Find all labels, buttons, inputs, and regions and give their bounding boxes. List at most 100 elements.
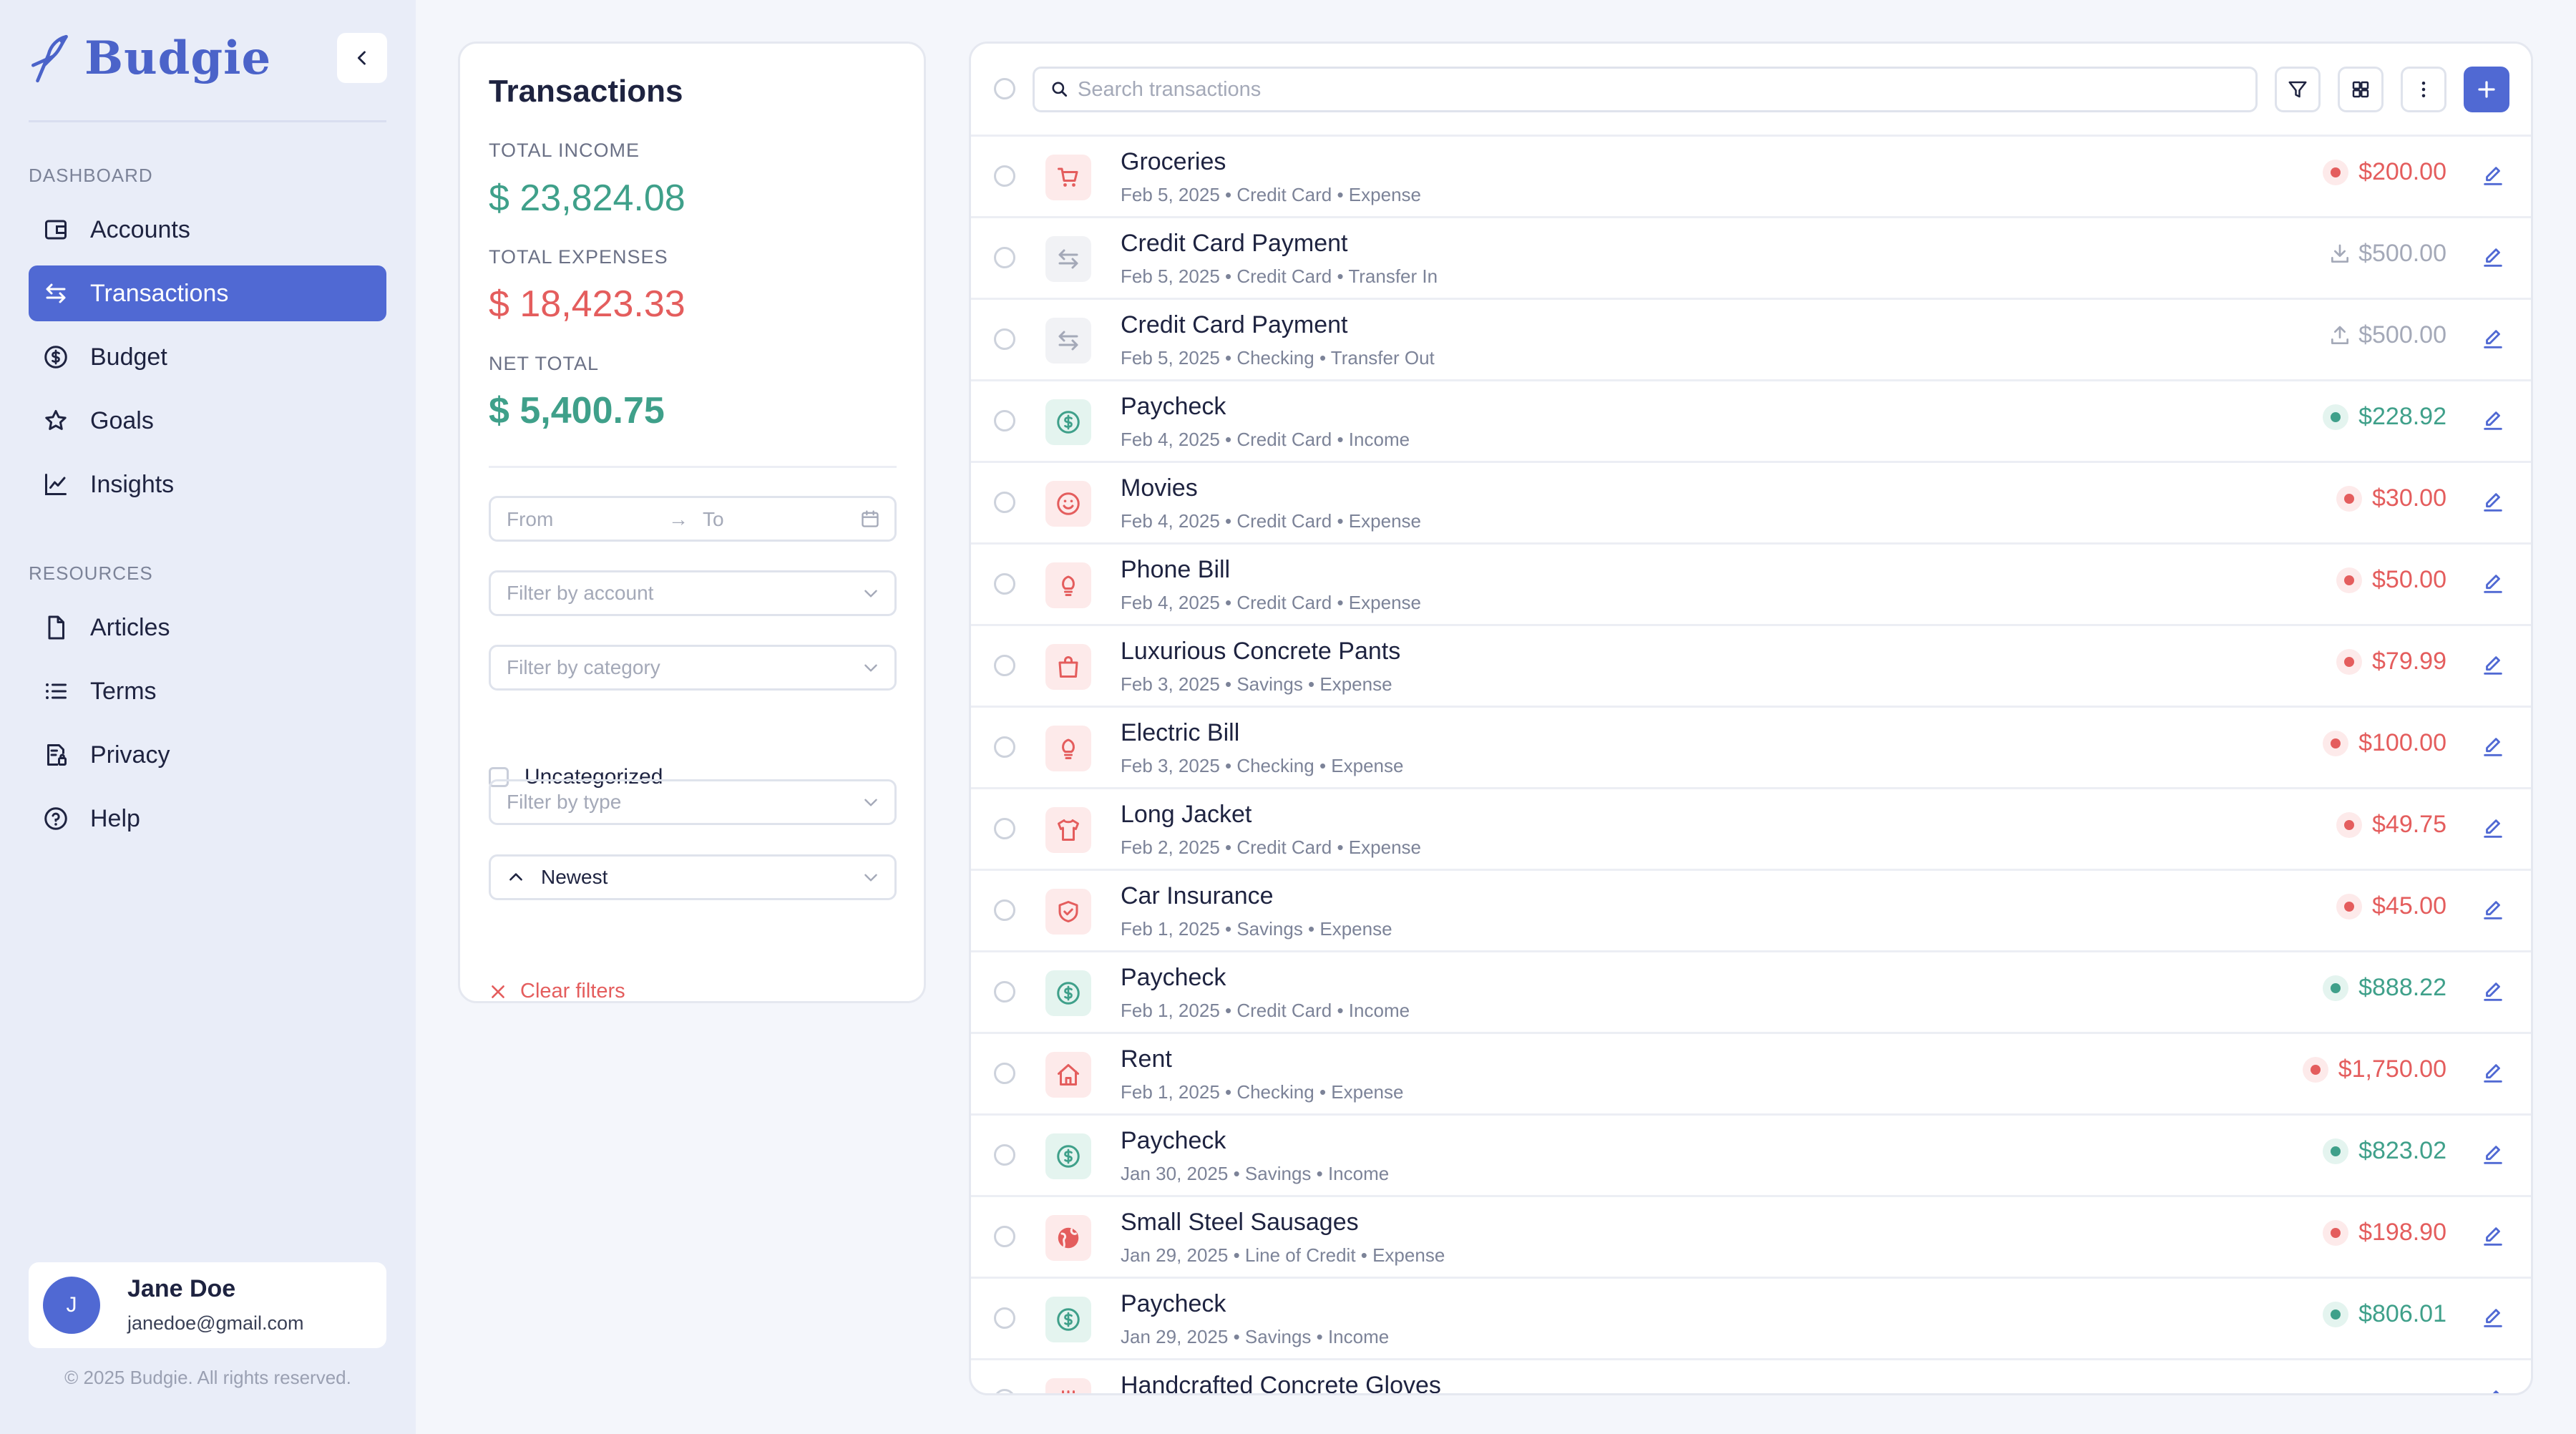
- transaction-amount: $79.99: [2372, 648, 2446, 675]
- sidebar-item-privacy[interactable]: Privacy: [29, 727, 386, 783]
- table-row[interactable]: Handcrafted Concrete Gloves: [971, 1360, 2531, 1395]
- bird-logo-icon: [31, 34, 68, 82]
- edit-icon[interactable]: [2481, 409, 2505, 433]
- transaction-amount-wrap: $500.00: [2328, 240, 2446, 268]
- category-icon-badge: [1045, 236, 1091, 282]
- sort-select[interactable]: Newest: [489, 854, 897, 900]
- grid-view-button[interactable]: [2338, 67, 2384, 112]
- date-to-input[interactable]: To: [703, 508, 724, 531]
- row-checkbox[interactable]: [994, 1063, 1015, 1084]
- type-filter-select[interactable]: Filter by type: [489, 779, 897, 825]
- table-row[interactable]: Small Steel Sausages Jan 29, 2025 • Line…: [971, 1197, 2531, 1279]
- edit-icon[interactable]: [2481, 1306, 2505, 1330]
- income-indicator-icon: [2323, 1138, 2349, 1164]
- sort-value: Newest: [541, 866, 608, 888]
- sidebar-item-terms[interactable]: Terms: [29, 663, 386, 719]
- table-row[interactable]: Car Insurance Feb 1, 2025 • Savings • Ex…: [971, 871, 2531, 952]
- edit-icon[interactable]: [2481, 980, 2505, 1004]
- row-checkbox[interactable]: [994, 410, 1015, 431]
- date-range-picker[interactable]: From → To: [489, 496, 897, 542]
- sidebar-item-articles[interactable]: Articles: [29, 600, 386, 655]
- calendar-icon: [862, 510, 879, 527]
- row-checkbox[interactable]: [994, 165, 1015, 187]
- row-checkbox[interactable]: [994, 899, 1015, 921]
- edit-icon[interactable]: [2481, 245, 2505, 270]
- edit-icon[interactable]: [2481, 735, 2505, 759]
- collapse-sidebar-button[interactable]: [337, 33, 387, 83]
- sidebar-item-accounts[interactable]: Accounts: [29, 202, 386, 258]
- transaction-meta: Jan 30, 2025 • Savings • Income: [1121, 1163, 1390, 1184]
- row-checkbox[interactable]: [994, 736, 1015, 758]
- row-checkbox[interactable]: [994, 492, 1015, 513]
- edit-icon[interactable]: [2481, 1061, 2505, 1086]
- table-row[interactable]: Electric Bill Feb 3, 2025 • Checking • E…: [971, 708, 2531, 789]
- expense-indicator-icon: [2336, 485, 2362, 512]
- transaction-meta: Feb 4, 2025 • Credit Card • Income: [1121, 429, 1410, 450]
- sidebar-item-transactions[interactable]: Transactions: [29, 265, 386, 321]
- table-row[interactable]: Phone Bill Feb 4, 2025 • Credit Card • E…: [971, 545, 2531, 626]
- dollar-circle-icon: [1057, 1145, 1080, 1168]
- table-row[interactable]: Paycheck Feb 4, 2025 • Credit Card • Inc…: [971, 381, 2531, 463]
- edit-icon[interactable]: [2481, 490, 2505, 514]
- user-card[interactable]: J Jane Doe janedoe@gmail.com: [29, 1262, 386, 1348]
- row-checkbox[interactable]: [994, 1144, 1015, 1166]
- row-checkbox[interactable]: [994, 1307, 1015, 1329]
- edit-icon[interactable]: [2481, 816, 2505, 841]
- edit-icon[interactable]: [2481, 164, 2505, 188]
- transaction-meta: Feb 1, 2025 • Checking • Expense: [1121, 1081, 1404, 1103]
- edit-icon[interactable]: [2481, 1143, 2505, 1167]
- more-options-button[interactable]: [2401, 67, 2446, 112]
- cart-icon: [1058, 167, 1078, 187]
- category-filter-select[interactable]: Filter by category: [489, 645, 897, 691]
- transaction-amount: $100.00: [2358, 729, 2446, 756]
- row-checkbox[interactable]: [994, 1389, 1015, 1393]
- search-icon: [1052, 82, 1068, 97]
- account-filter-placeholder: Filter by account: [507, 582, 654, 604]
- edit-icon[interactable]: [2481, 653, 2505, 678]
- sidebar-item-help[interactable]: Help: [29, 791, 386, 847]
- row-checkbox[interactable]: [994, 655, 1015, 676]
- add-transaction-button[interactable]: [2464, 67, 2509, 112]
- row-checkbox[interactable]: [994, 247, 1015, 268]
- table-row[interactable]: Rent Feb 1, 2025 • Checking • Expense $1…: [971, 1034, 2531, 1116]
- transaction-meta: Feb 3, 2025 • Savings • Expense: [1121, 673, 1392, 695]
- edit-icon[interactable]: [2481, 1387, 2505, 1395]
- row-checkbox[interactable]: [994, 818, 1015, 839]
- sidebar-item-goals[interactable]: Goals: [29, 393, 386, 449]
- category-icon-badge: [1045, 807, 1091, 853]
- table-row[interactable]: Paycheck Jan 30, 2025 • Savings • Income…: [971, 1116, 2531, 1197]
- sidebar-item-budget[interactable]: Budget: [29, 329, 386, 385]
- transactions-list: Search transactions Groceries Feb 5, 202…: [969, 42, 2533, 1395]
- edit-icon[interactable]: [2481, 898, 2505, 922]
- row-checkbox[interactable]: [994, 573, 1015, 595]
- transaction-name: Electric Bill: [1121, 719, 1240, 746]
- transaction-name: Handcrafted Concrete Gloves: [1121, 1372, 1441, 1395]
- section-label-dashboard: DASHBOARD: [29, 165, 153, 186]
- table-row[interactable]: Luxurious Concrete Pants Feb 3, 2025 • S…: [971, 626, 2531, 708]
- filter-button[interactable]: [2275, 67, 2321, 112]
- date-from-input[interactable]: From: [507, 508, 553, 531]
- lightbulb-icon: [1062, 738, 1075, 759]
- table-row[interactable]: Paycheck Jan 29, 2025 • Savings • Income…: [971, 1279, 2531, 1360]
- table-row[interactable]: Credit Card Payment Feb 5, 2025 • Checki…: [971, 300, 2531, 381]
- table-row[interactable]: Paycheck Feb 1, 2025 • Credit Card • Inc…: [971, 952, 2531, 1034]
- table-row[interactable]: Groceries Feb 5, 2025 • Credit Card • Ex…: [971, 137, 2531, 218]
- row-checkbox[interactable]: [994, 1226, 1015, 1247]
- brand[interactable]: Budgie: [29, 31, 271, 85]
- row-checkbox[interactable]: [994, 328, 1015, 350]
- row-checkbox[interactable]: [994, 981, 1015, 1003]
- transaction-amount-wrap: $45.00: [2336, 892, 2446, 920]
- table-row[interactable]: Long Jacket Feb 2, 2025 • Credit Card • …: [971, 789, 2531, 871]
- edit-icon[interactable]: [2481, 327, 2505, 351]
- category-icon-badge: [1045, 481, 1091, 527]
- sidebar-item-insights[interactable]: Insights: [29, 457, 386, 512]
- select-all-checkbox[interactable]: [994, 78, 1015, 99]
- table-row[interactable]: Movies Feb 4, 2025 • Credit Card • Expen…: [971, 463, 2531, 545]
- table-row[interactable]: Credit Card Payment Feb 5, 2025 • Credit…: [971, 218, 2531, 300]
- chevron-down-icon: [864, 590, 877, 598]
- edit-icon[interactable]: [2481, 1224, 2505, 1249]
- edit-icon[interactable]: [2481, 572, 2505, 596]
- search-input[interactable]: Search transactions: [1033, 67, 2258, 112]
- clear-filters-button[interactable]: Clear filters: [489, 980, 625, 1003]
- account-filter-select[interactable]: Filter by account: [489, 570, 897, 616]
